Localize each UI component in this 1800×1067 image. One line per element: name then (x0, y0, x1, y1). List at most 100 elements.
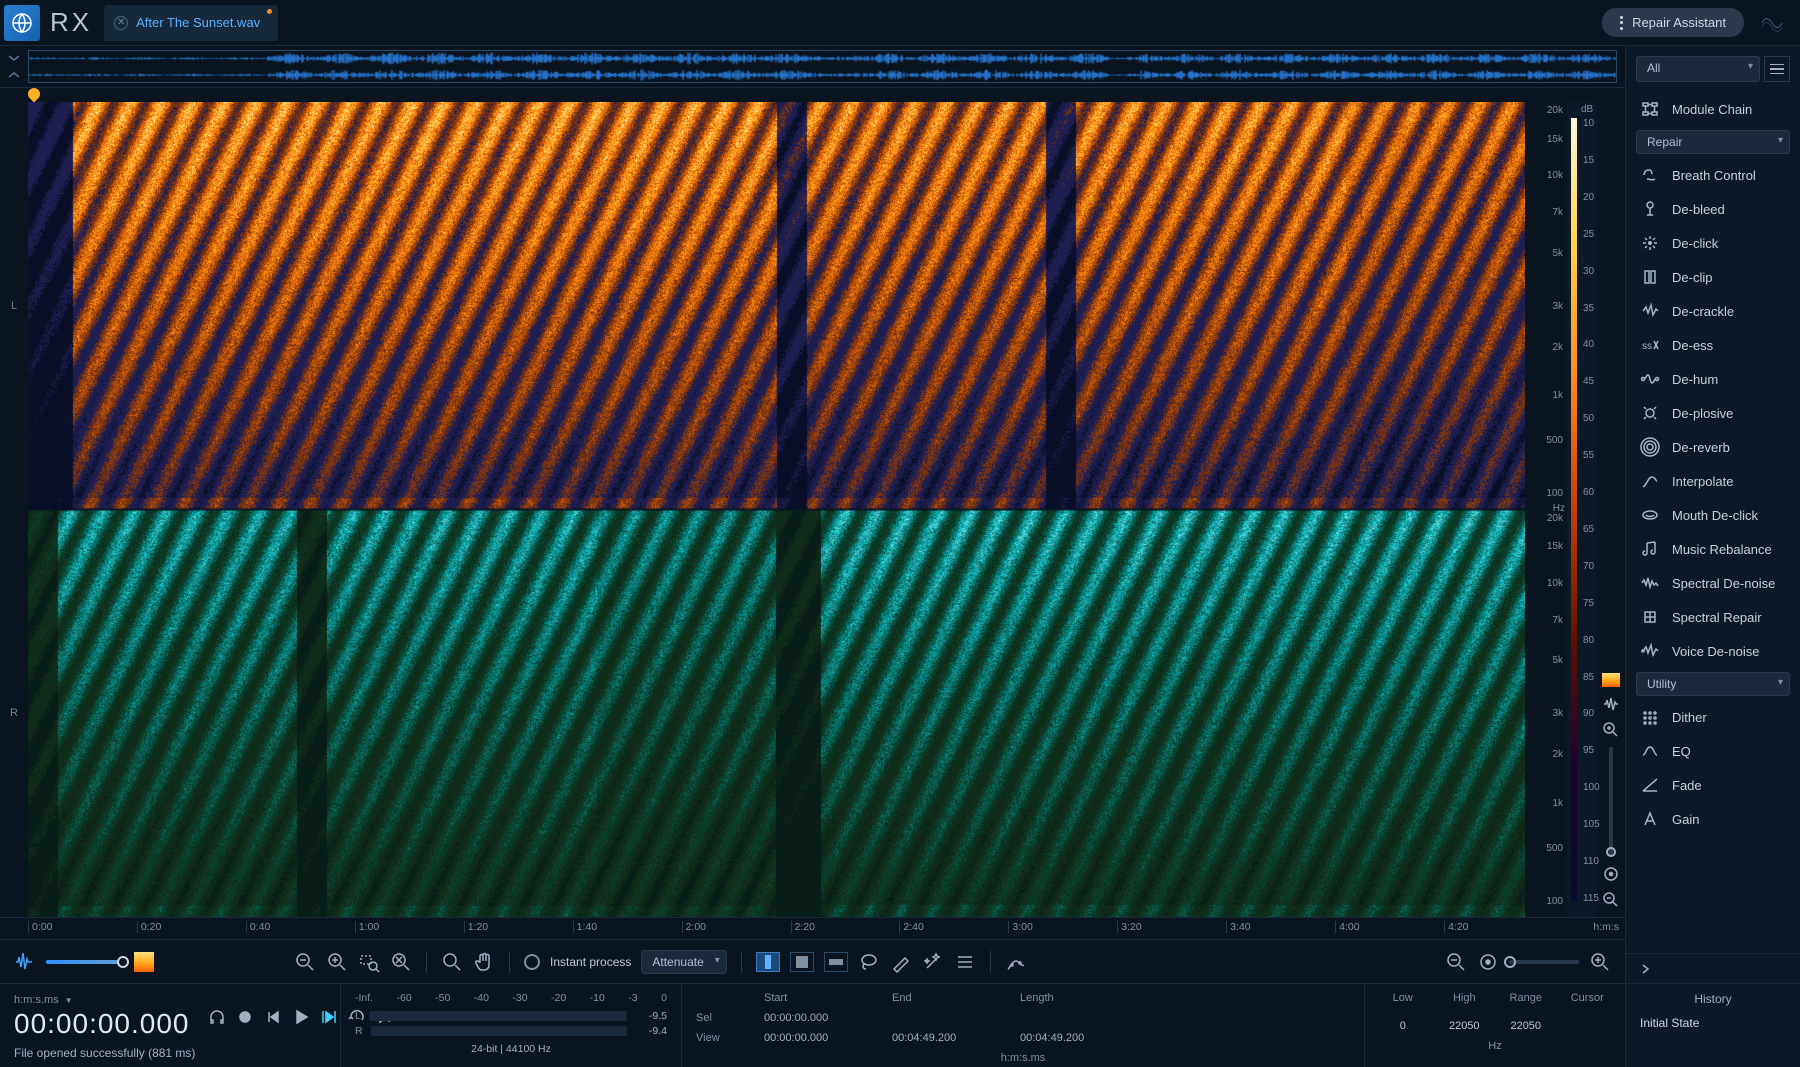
instant-process-label: Instant process (550, 955, 631, 969)
module-icon (1640, 301, 1660, 321)
zoom-out-vert-icon[interactable] (1602, 891, 1620, 909)
module-de-ess[interactable]: ssDe-ess (1626, 328, 1800, 362)
overview-collapse-toggle[interactable] (0, 50, 28, 83)
overview-strip[interactable] (0, 46, 1625, 88)
module-de-clip[interactable]: De-clip (1626, 260, 1800, 294)
titlebar: RX ✕ After The Sunset.wav Repair Assista… (0, 0, 1800, 46)
history-panel: History Initial State (1626, 983, 1800, 1067)
playhead-row[interactable] (0, 88, 1625, 102)
module-icon (1640, 369, 1660, 389)
play-selection-icon[interactable] (320, 1008, 338, 1026)
instant-process-checkbox[interactable] (524, 954, 540, 970)
horizontal-zoom-slider[interactable] (1509, 960, 1579, 964)
playhead-marker-icon[interactable] (26, 86, 43, 103)
module-de-reverb[interactable]: De-reverb (1626, 430, 1800, 464)
module-breath-control[interactable]: Breath Control (1626, 158, 1800, 192)
zoom-target-icon[interactable] (1602, 865, 1620, 883)
file-tab[interactable]: ✕ After The Sunset.wav (104, 5, 278, 41)
spectrogram-view[interactable] (28, 102, 1525, 917)
repair-assistant-button[interactable]: Repair Assistant (1602, 8, 1744, 37)
zoom-out-icon[interactable] (294, 951, 316, 973)
hand-tool-icon[interactable] (473, 951, 495, 973)
wand-tool-icon[interactable] (922, 951, 944, 973)
utility-section-dropdown[interactable]: Utility (1636, 672, 1790, 696)
module-de-bleed[interactable]: De-bleed (1626, 192, 1800, 226)
zoom-fit-icon[interactable] (390, 951, 412, 973)
db-header: dB (1581, 104, 1593, 115)
status-message: File opened successfully (881 ms) (14, 1046, 326, 1060)
history-item[interactable]: Initial State (1640, 1016, 1786, 1030)
search-icon[interactable] (441, 951, 463, 973)
select-timefreq-tool[interactable] (790, 952, 814, 972)
module-menu-icon[interactable] (1764, 56, 1790, 82)
module-voice-de-noise[interactable]: Voice De-noise (1626, 634, 1800, 668)
zoom-in-vert-icon[interactable] (1602, 721, 1620, 739)
svg-text:ss: ss (1642, 341, 1652, 352)
chevron-right-icon (1638, 962, 1652, 976)
module-gain[interactable]: Gain (1626, 802, 1800, 836)
waveform-mode-icon[interactable] (14, 951, 36, 973)
chevron-up-icon (7, 71, 21, 79)
chevron-down-icon (7, 54, 21, 62)
zoom-in-icon[interactable] (326, 951, 348, 973)
record-icon[interactable] (236, 1008, 254, 1026)
module-de-crackle[interactable]: De-crackle (1626, 294, 1800, 328)
module-icon (1640, 809, 1660, 829)
module-de-click[interactable]: De-click (1626, 226, 1800, 260)
zoom-in-h-icon[interactable] (1589, 951, 1611, 973)
brush-tool-icon[interactable] (890, 951, 912, 973)
module-de-hum[interactable]: De-hum (1626, 362, 1800, 396)
module-icon (1640, 741, 1660, 761)
module-spectral-de-noise[interactable]: Spectral De-noise (1626, 566, 1800, 600)
module-dither[interactable]: Dither (1626, 700, 1800, 734)
zoom-selection-icon[interactable] (358, 951, 380, 973)
spectro-thumb-icon (1602, 673, 1620, 687)
instant-process-mode-dropdown[interactable]: Attenuate (641, 950, 726, 974)
module-mouth-de-click[interactable]: Mouth De-click (1626, 498, 1800, 532)
zoom-out-h-icon[interactable] (1445, 951, 1467, 973)
channel-right-label: R (0, 510, 28, 918)
harmonics-tool-icon[interactable] (954, 951, 976, 973)
play-icon[interactable] (292, 1008, 310, 1026)
level-meter: -Inf.-60-50-40-30-20-10-30 L-9.5 R-9.4 2… (341, 984, 681, 1067)
repair-assistant-label: Repair Assistant (1632, 15, 1726, 30)
panel-expand-toggle[interactable] (1626, 953, 1800, 983)
select-freq-tool[interactable] (824, 952, 848, 972)
timeline[interactable]: 0:000:200:401:001:201:402:002:202:403:00… (0, 917, 1625, 939)
close-icon[interactable]: ✕ (114, 16, 128, 30)
module-icon (1640, 471, 1660, 491)
module-chain-button[interactable]: Module Chain (1626, 92, 1800, 126)
spectrogram-mode-icon[interactable] (134, 952, 154, 972)
lasso-tool-icon[interactable] (858, 951, 880, 973)
time-unit-dropdown[interactable]: h:m:s.ms▼ (14, 994, 190, 1006)
opacity-slider[interactable] (46, 960, 124, 964)
chain-icon (1640, 99, 1660, 119)
toolbar: Instant process Attenuate (0, 939, 1625, 983)
headphones-icon[interactable] (208, 1008, 226, 1026)
repair-section-dropdown[interactable]: Repair (1636, 130, 1790, 154)
module-music-rebalance[interactable]: Music Rebalance (1626, 532, 1800, 566)
module-fade[interactable]: Fade (1626, 768, 1800, 802)
skip-back-icon[interactable] (264, 1008, 282, 1026)
select-time-tool[interactable] (756, 952, 780, 972)
ripple-icon (1758, 9, 1786, 37)
timeline-unit: h:m:s (1553, 918, 1625, 939)
module-icon (1640, 165, 1660, 185)
module-icon (1640, 199, 1660, 219)
module-icon (1640, 573, 1660, 593)
module-spectral-repair[interactable]: Spectral Repair (1626, 600, 1800, 634)
module-panel: All Module Chain Repair Breath ControlDe… (1625, 46, 1800, 1067)
module-icon: ss (1640, 335, 1660, 355)
vertical-zoom-slider[interactable] (1609, 747, 1613, 857)
history-title: History (1640, 992, 1786, 1006)
module-eq[interactable]: EQ (1626, 734, 1800, 768)
module-filter-dropdown[interactable]: All (1636, 56, 1760, 82)
frequency-scale: Hz 20k15k10k7k5k3k2k1k50010020k15k10k7k5… (1525, 102, 1567, 917)
module-icon (1640, 505, 1660, 525)
stats-tool-icon[interactable] (1005, 951, 1027, 973)
module-interpolate[interactable]: Interpolate (1626, 464, 1800, 498)
zoom-target-h-icon[interactable] (1477, 951, 1499, 973)
module-de-plosive[interactable]: De-plosive (1626, 396, 1800, 430)
module-icon (1640, 539, 1660, 559)
module-icon (1640, 403, 1660, 423)
